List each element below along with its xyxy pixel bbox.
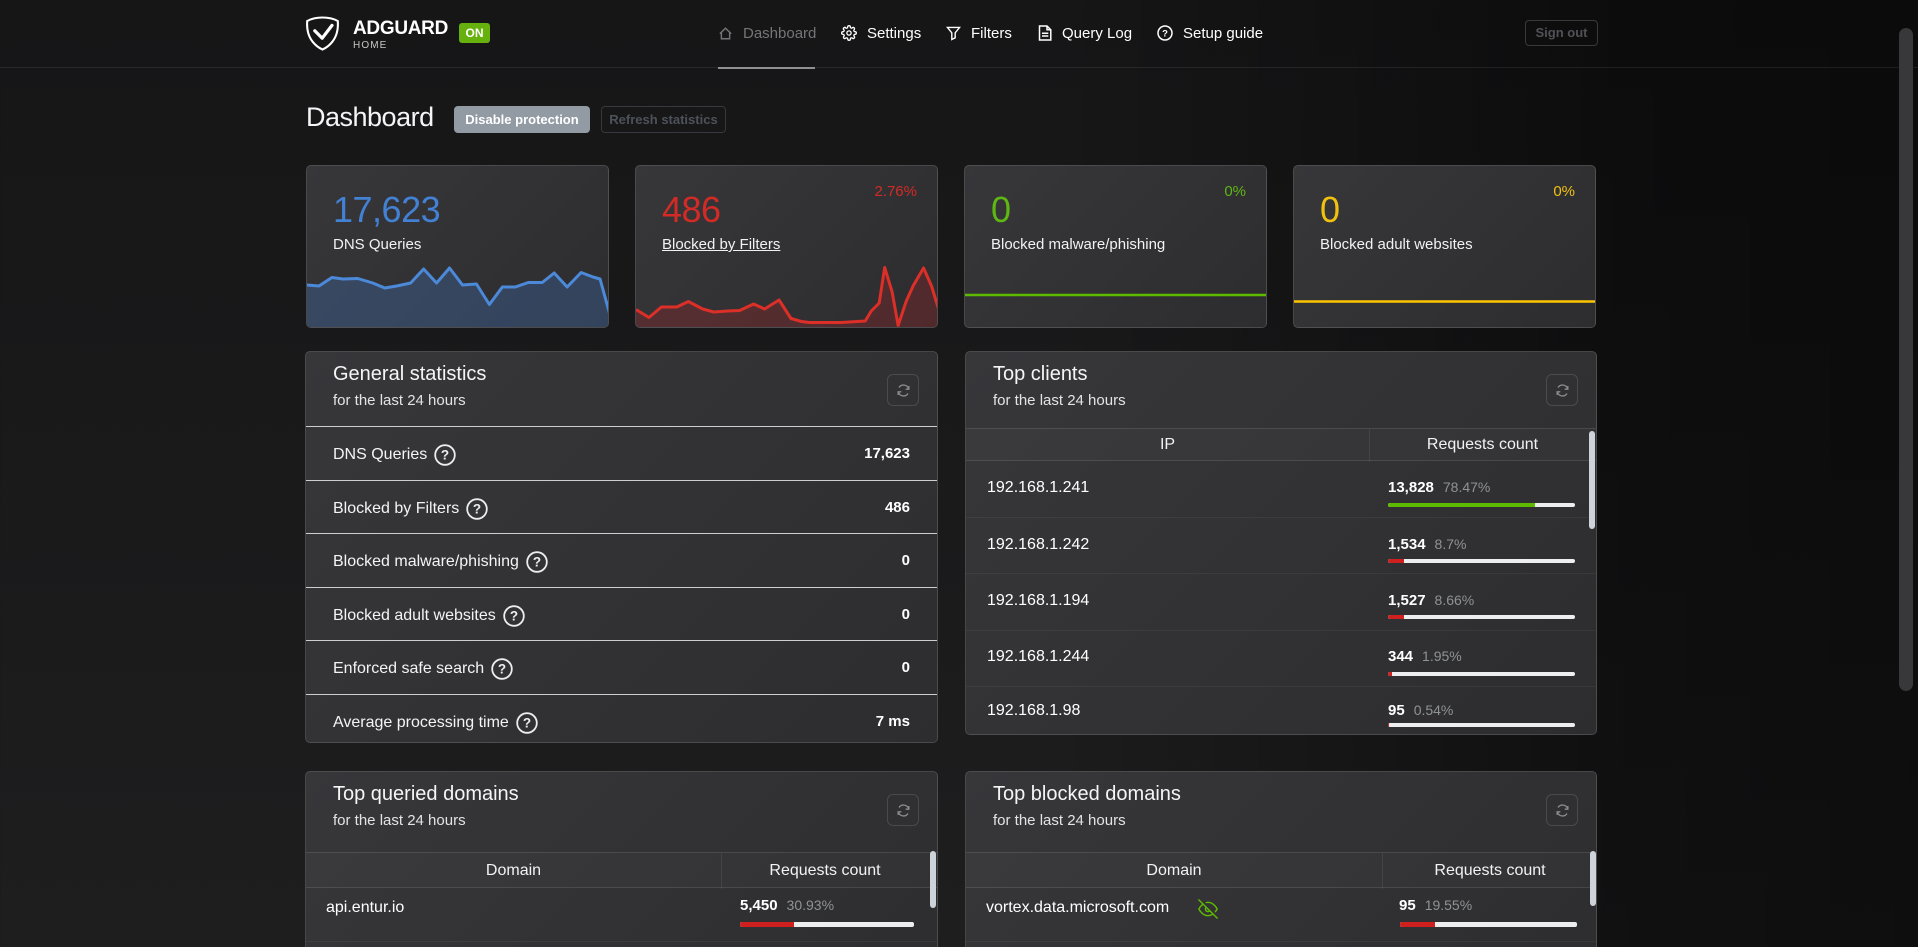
svg-text:?: ? xyxy=(473,501,481,516)
svg-text:?: ? xyxy=(1162,28,1168,39)
svg-text:?: ? xyxy=(523,715,531,730)
svg-text:?: ? xyxy=(498,662,506,677)
svg-text:?: ? xyxy=(533,555,541,570)
svg-text:?: ? xyxy=(510,608,518,623)
svg-text:?: ? xyxy=(441,448,449,463)
